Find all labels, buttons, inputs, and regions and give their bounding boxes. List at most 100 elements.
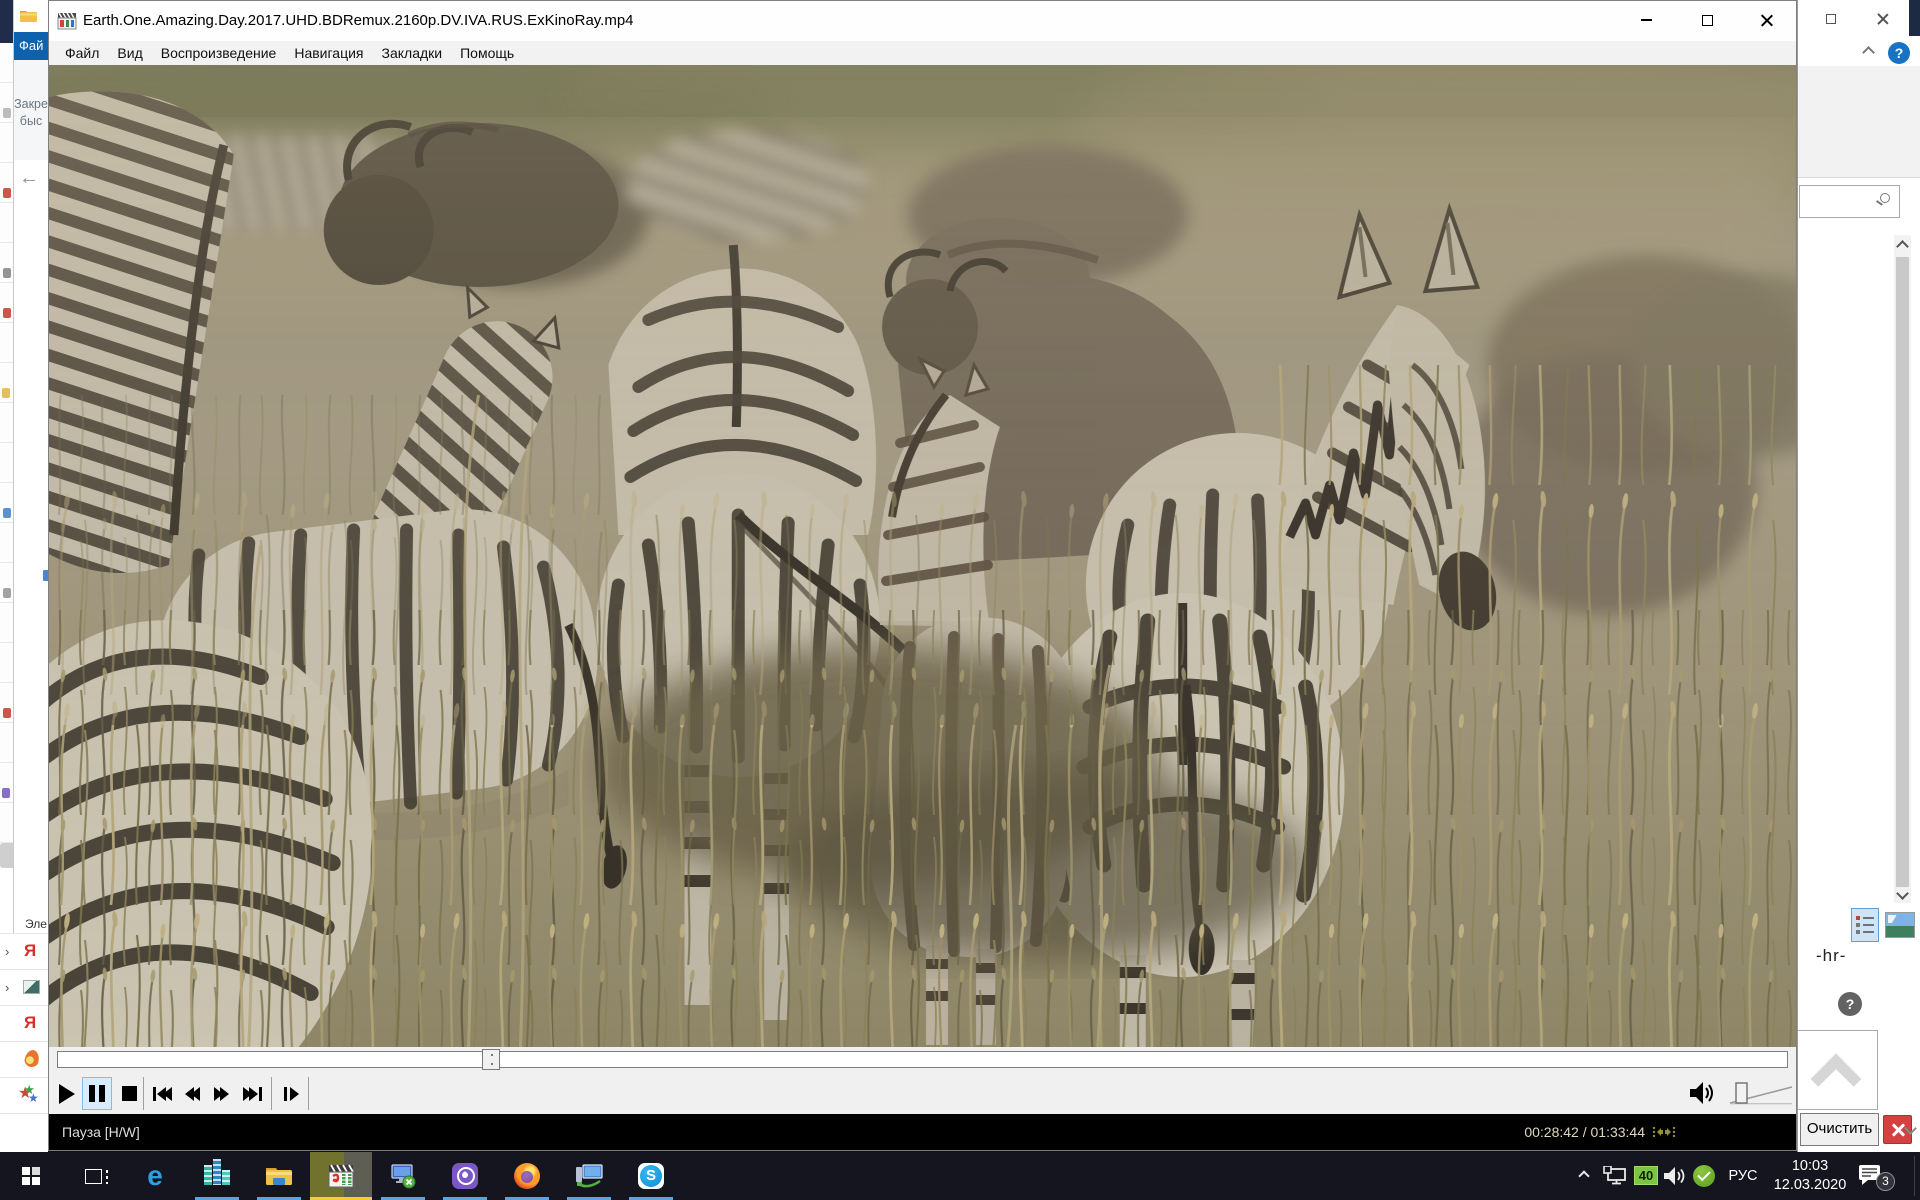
media-player-classic-icon [327, 1162, 355, 1190]
start-button[interactable] [0, 1152, 62, 1200]
list-item-empty [0, 1113, 48, 1149]
seek-area [49, 1047, 1796, 1073]
chevron-right-icon: › [5, 944, 9, 959]
explorer-statusbar: Эле [14, 916, 48, 933]
language-indicator[interactable]: РУС [1722, 1152, 1764, 1200]
taskbar-city-app[interactable] [186, 1152, 248, 1200]
menu-playback[interactable]: Воспроизведение [152, 41, 286, 65]
list-view-toggle[interactable] [1851, 908, 1879, 942]
skip-start-button[interactable] [147, 1077, 177, 1110]
close-button[interactable] [1737, 1, 1795, 39]
pc-sync-icon [389, 1162, 417, 1190]
scroll-up-icon[interactable] [1896, 240, 1909, 253]
taskbar-media-player[interactable] [310, 1152, 372, 1200]
transport-controls [49, 1073, 1796, 1114]
volume-slider[interactable] [1728, 1081, 1796, 1107]
speaker-icon[interactable] [1663, 1166, 1687, 1186]
fast-forward-button[interactable] [208, 1077, 234, 1110]
scroll-down-icon[interactable] [1896, 887, 1909, 900]
question-icon[interactable]: ? [1838, 992, 1862, 1016]
battery-percent-badge[interactable]: 40 [1634, 1166, 1658, 1185]
taskbar-edge[interactable]: e [124, 1152, 186, 1200]
image-file-icon [23, 980, 40, 994]
background-window-corner [0, 0, 13, 43]
notification-badge: 3 [1876, 1172, 1895, 1191]
scrollbar-thumb[interactable] [1896, 257, 1909, 887]
background-icon-list [0, 43, 13, 843]
player-menubar: Файл Вид Воспроизведение Навигация Закла… [49, 41, 1796, 65]
taskbar-skype[interactable]: S [620, 1152, 682, 1200]
image-view-toggle[interactable] [1885, 912, 1915, 938]
menu-view[interactable]: Вид [108, 41, 151, 65]
task-view-button[interactable] [62, 1152, 124, 1200]
pause-button[interactable] [82, 1077, 112, 1110]
background-window-corner [1909, 0, 1920, 36]
list-icon-sliver [3, 588, 11, 598]
play-button[interactable] [53, 1077, 81, 1110]
taskbar-pc-network-app[interactable] [558, 1152, 620, 1200]
playback-time: 00:28:42 / 01:33:44 [1524, 1114, 1645, 1150]
minimize-button[interactable] [1617, 1, 1675, 39]
explorer-nav-row: ← [14, 160, 48, 205]
help-button[interactable]: ? [1888, 42, 1910, 64]
clapperboard-icon [57, 11, 77, 31]
video-frame[interactable] [49, 65, 1796, 1047]
windows-logo-icon [22, 1167, 40, 1185]
divider [271, 1077, 272, 1110]
panel-close-button[interactable] [1868, 8, 1898, 30]
show-desktop-divider[interactable] [1914, 1156, 1915, 1196]
list-item-image[interactable]: › [0, 969, 48, 1005]
seek-bar[interactable] [57, 1051, 1788, 1068]
explorer-titlebar[interactable] [14, 0, 48, 32]
list-item-flame[interactable] [0, 1041, 48, 1077]
window-title: Earth.One.Amazing.Day.2017.UHD.BDRemux.2… [83, 1, 634, 41]
panel-toolbar-strip [1798, 66, 1920, 178]
task-view-icon [85, 1169, 102, 1184]
stop-button[interactable] [116, 1077, 142, 1110]
divider [143, 1077, 144, 1110]
file-explorer-icon [265, 1165, 293, 1187]
divider [308, 1077, 309, 1110]
collapse-chevron-icon[interactable] [1862, 46, 1875, 59]
menu-navigation[interactable]: Навигация [285, 41, 372, 65]
tray-date: 12.03.2020 [1764, 1176, 1856, 1195]
taskbar-file-explorer[interactable] [248, 1152, 310, 1200]
menu-file[interactable]: Файл [56, 41, 108, 65]
rewind-button[interactable] [179, 1077, 205, 1110]
back-arrow-icon[interactable]: ← [19, 167, 39, 190]
menu-help[interactable]: Помощь [451, 41, 523, 65]
taskbar-viber[interactable] [434, 1152, 496, 1200]
frame-step-button[interactable] [277, 1077, 305, 1110]
panel-maximize-button[interactable] [1816, 8, 1846, 30]
list-item-yandex[interactable]: › Я [0, 933, 48, 969]
skip-end-button[interactable] [237, 1077, 267, 1110]
flame-app-icon [23, 1049, 40, 1069]
side-panel-window: ? -hr- ? Очистить [1797, 0, 1920, 1152]
list-icon-sliver [3, 308, 11, 318]
list-item-yandex2[interactable]: Я [0, 1005, 48, 1041]
clock[interactable]: 10:03 12.03.2020 [1764, 1157, 1856, 1195]
search-input[interactable] [1799, 185, 1900, 218]
search-icon [1880, 193, 1890, 203]
maximize-button[interactable] [1678, 1, 1736, 39]
network-icon[interactable] [1603, 1166, 1629, 1187]
antivirus-check-icon[interactable] [1693, 1165, 1715, 1187]
player-titlebar[interactable]: Earth.One.Amazing.Day.2017.UHD.BDRemux.2… [49, 1, 1796, 41]
hidden-icons-chevron[interactable] [1578, 1170, 1589, 1181]
menu-bookmarks[interactable]: Закладки [373, 41, 452, 65]
volume-mute-icon[interactable] [1688, 1079, 1716, 1107]
taskbar-firefox[interactable] [496, 1152, 558, 1200]
explorer-pin-quickaccess-button[interactable]: Закре быс [14, 60, 48, 160]
playback-status: Пауза [H/W] [62, 1114, 140, 1150]
explorer-window-sliver: Фай Закре быс ← Эле [13, 0, 48, 933]
taskbar-pc-sync-app[interactable] [372, 1152, 434, 1200]
panel-scrollbar[interactable] [1894, 235, 1911, 903]
list-view-icon [1855, 914, 1875, 936]
desktop-shortcut-list: › Я › Я ★★★ [0, 933, 48, 1152]
clear-button[interactable]: Очистить [1800, 1113, 1879, 1146]
seek-thumb[interactable] [482, 1049, 500, 1070]
panel-preview-box[interactable] [1798, 1030, 1878, 1110]
list-icon-sliver [3, 188, 11, 198]
list-item-stars[interactable]: ★★★ [0, 1077, 48, 1113]
explorer-file-tab[interactable]: Фай [14, 32, 48, 60]
